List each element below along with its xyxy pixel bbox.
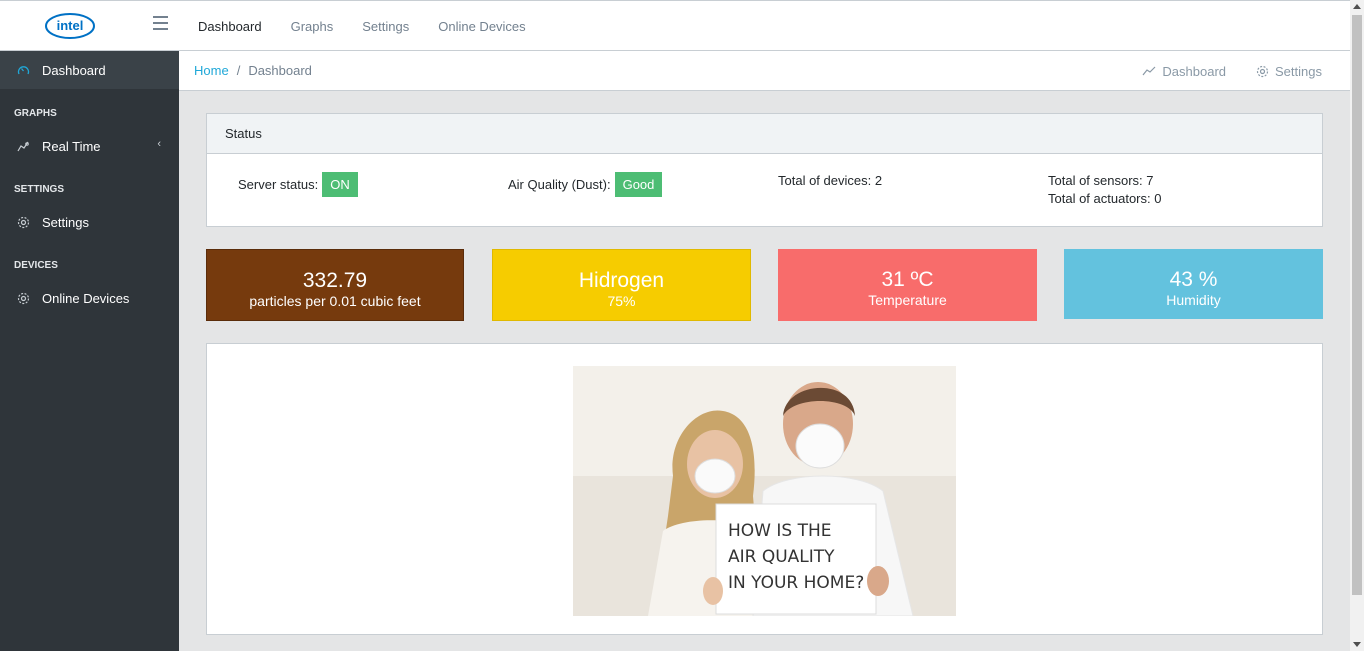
scroll-up-arrow-icon[interactable] bbox=[1353, 4, 1361, 9]
app-header: intel Dashboard Graphs Settings Online D… bbox=[0, 0, 1350, 51]
server-status-label: Server status: bbox=[238, 177, 319, 192]
sidebar-item-realtime[interactable]: Real Time ‹ bbox=[0, 127, 179, 165]
topnav-settings[interactable]: Settings bbox=[362, 19, 409, 34]
air-quality-label: Air Quality (Dust): bbox=[508, 177, 611, 192]
sidebar-item-online-devices[interactable]: Online Devices bbox=[0, 279, 179, 317]
temperature-label: Temperature bbox=[868, 292, 947, 308]
sidebar-item-label: Online Devices bbox=[42, 290, 130, 306]
sign-line-2: AIR QUALITY bbox=[728, 547, 835, 567]
topnav-graphs[interactable]: Graphs bbox=[291, 19, 334, 34]
total-devices: Total of devices: 2 bbox=[778, 173, 883, 188]
total-actuators: Total of actuators: 0 bbox=[1048, 191, 1162, 206]
gear-icon bbox=[16, 215, 30, 229]
sign-line-1: HOW IS THE bbox=[728, 521, 832, 541]
humidity-value: 43 % bbox=[1169, 268, 1218, 291]
gear-icon bbox=[16, 291, 30, 305]
scrollbar-thumb[interactable] bbox=[1352, 15, 1362, 595]
dust-label: particles per 0.01 cubic feet bbox=[249, 293, 421, 309]
breadcrumb-home-link[interactable]: Home bbox=[194, 63, 229, 78]
sidebar-toggle-button[interactable] bbox=[153, 16, 169, 34]
air-quality-photo: HOW IS THE AIR QUALITY IN YOUR HOME? bbox=[573, 366, 956, 616]
sidebar-section-settings: SETTINGS bbox=[14, 184, 65, 195]
hydrogen-value: Hidrogen bbox=[578, 269, 665, 292]
dust-tile: 332.79 particles per 0.01 cubic feet bbox=[206, 249, 464, 321]
sidebar-item-label: Settings bbox=[42, 214, 89, 230]
hydrogen-tile: Hidrogen 75% bbox=[492, 249, 751, 321]
temperature-value: 31 ºC bbox=[881, 268, 934, 291]
svg-text:intel: intel bbox=[56, 18, 83, 33]
status-card-title: Status bbox=[207, 114, 1322, 154]
breadcrumb-menu: Dashboard Settings bbox=[1142, 51, 1322, 91]
breadcrumb-separator: / bbox=[236, 63, 241, 78]
sidebar-item-label: Real Time bbox=[42, 138, 101, 154]
intel-logo-icon: intel bbox=[44, 13, 95, 39]
sidebar: Dashboard GRAPHS Real Time ‹ SETTINGS Se… bbox=[0, 51, 179, 651]
server-status-badge: ON bbox=[322, 172, 358, 197]
speedometer-icon bbox=[16, 63, 30, 77]
server-status: Server status: ON bbox=[238, 172, 358, 197]
chevron-left-icon: ‹ bbox=[157, 138, 161, 150]
breadcrumb-menu-settings[interactable]: Settings bbox=[1256, 64, 1322, 79]
top-nav: Dashboard Graphs Settings Online Devices bbox=[198, 1, 526, 51]
air-quality-status: Air Quality (Dust): Good bbox=[508, 172, 663, 197]
gear-icon bbox=[1256, 65, 1269, 77]
breadcrumb: Home / Dashboard Dashboard Settings bbox=[179, 51, 1350, 91]
page-scrollbar[interactable] bbox=[1350, 0, 1364, 651]
topnav-online-devices[interactable]: Online Devices bbox=[438, 19, 525, 34]
status-card: Status Server status: ON Air Quality (Du… bbox=[206, 113, 1323, 227]
hydrogen-label: 75% bbox=[607, 293, 636, 309]
hamburger-icon bbox=[153, 16, 168, 18]
dust-value: 332.79 bbox=[302, 269, 368, 292]
sign-line-3: IN YOUR HOME? bbox=[728, 573, 864, 593]
graph-icon bbox=[1142, 66, 1156, 76]
sidebar-item-settings[interactable]: Settings bbox=[0, 203, 179, 241]
sidebar-section-devices: DEVICES bbox=[14, 260, 58, 271]
chart-icon bbox=[16, 139, 30, 153]
sidebar-section-graphs: GRAPHS bbox=[14, 108, 57, 119]
topnav-dashboard[interactable]: Dashboard bbox=[198, 19, 262, 34]
total-sensors: Total of sensors: 7 bbox=[1048, 173, 1154, 188]
humidity-tile: 43 % Humidity bbox=[1064, 249, 1323, 319]
temperature-tile: 31 ºC Temperature bbox=[778, 249, 1037, 321]
air-quality-badge: Good bbox=[614, 172, 663, 197]
sidebar-item-label: Dashboard bbox=[42, 62, 106, 78]
scroll-down-arrow-icon[interactable] bbox=[1353, 642, 1361, 647]
breadcrumb-menu-dashboard[interactable]: Dashboard bbox=[1142, 64, 1226, 79]
air-quality-image-card: HOW IS THE AIR QUALITY IN YOUR HOME? bbox=[206, 343, 1323, 635]
sidebar-item-dashboard[interactable]: Dashboard bbox=[0, 51, 179, 89]
humidity-label: Humidity bbox=[1166, 292, 1221, 308]
breadcrumb-current: Dashboard bbox=[248, 63, 312, 78]
